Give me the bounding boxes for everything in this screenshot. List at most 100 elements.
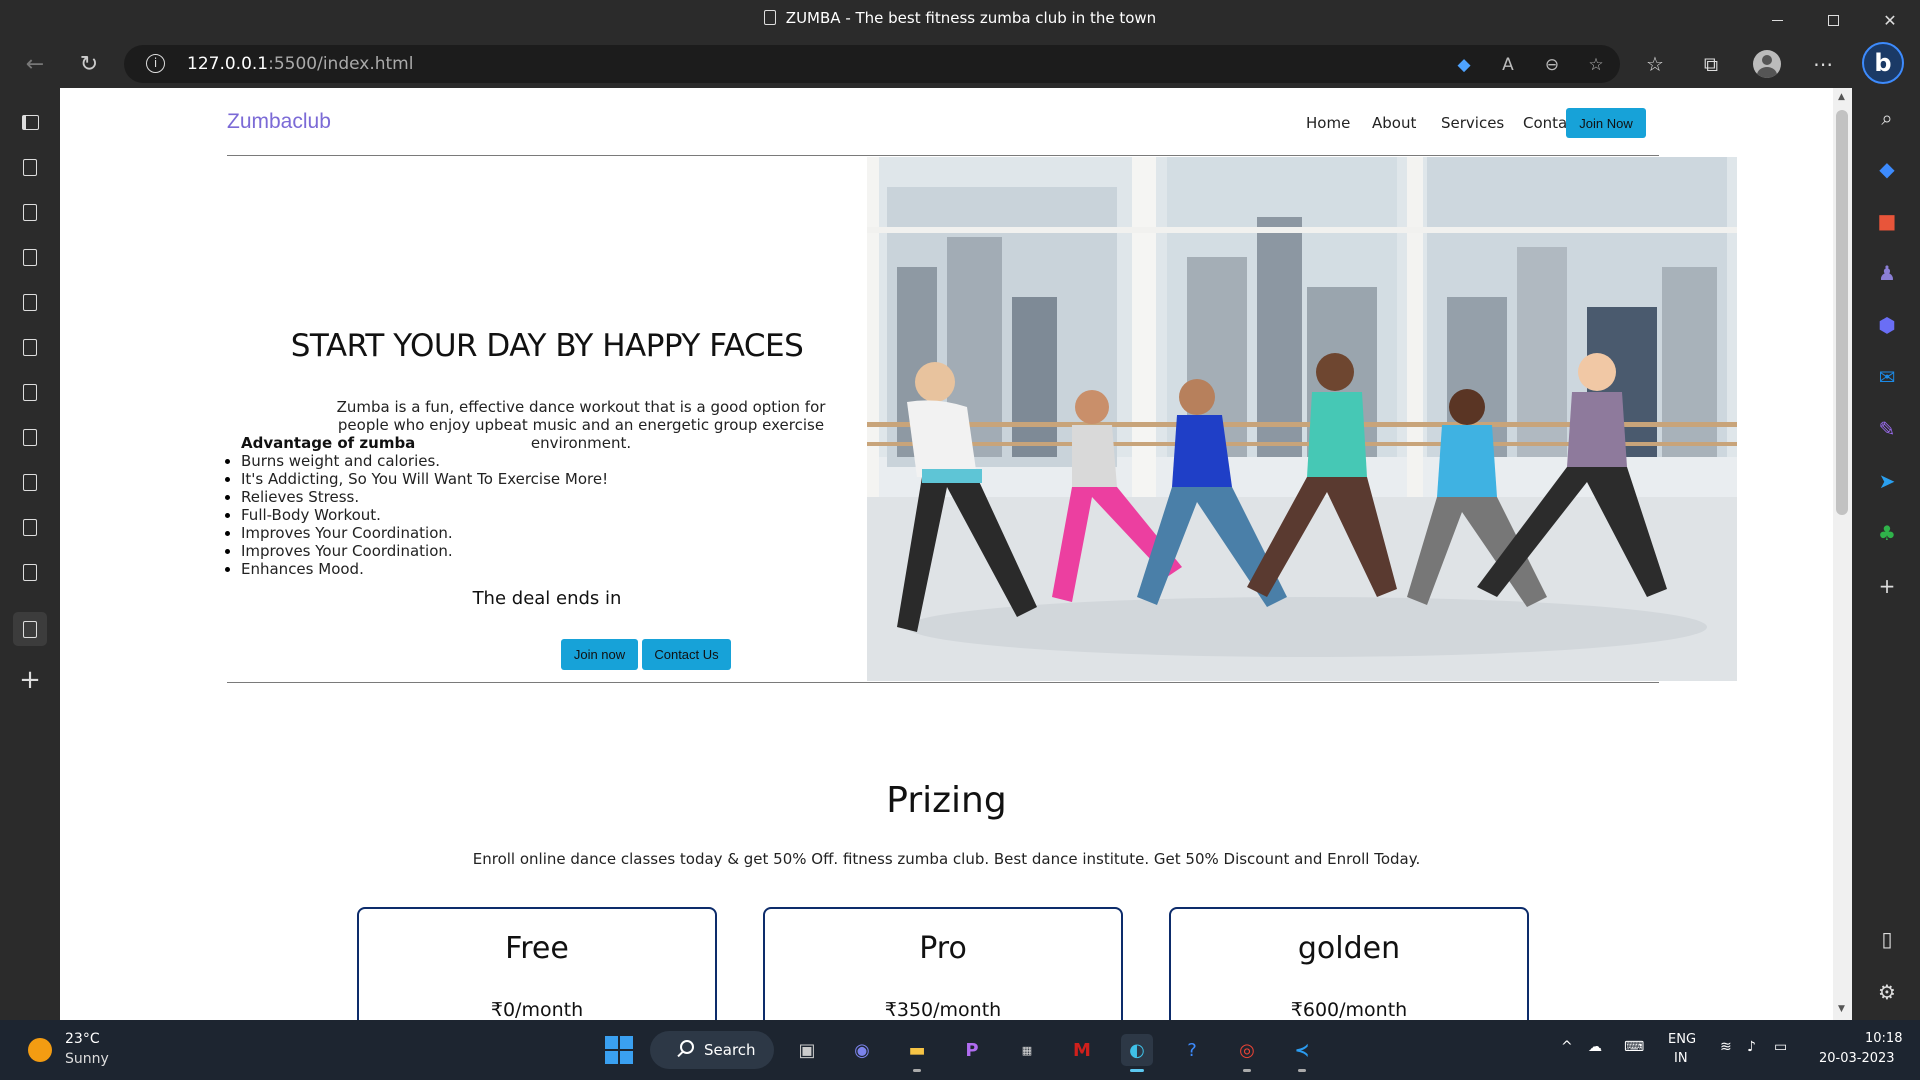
- page-icon: [23, 338, 37, 356]
- join-now-header-button[interactable]: Join Now: [1566, 108, 1646, 138]
- scrollbar-thumb[interactable]: [1836, 110, 1848, 515]
- address-bar[interactable]: i 127.0.0.1:5500/index.html ◆ A ⊖ ☆: [124, 45, 1620, 83]
- battery-icon[interactable]: ▭: [1774, 1039, 1787, 1055]
- tab-actions-icon: [21, 114, 39, 130]
- scroll-up-arrow-icon[interactable]: ▲: [1838, 92, 1845, 102]
- page-icon: [23, 473, 37, 491]
- language-indicator[interactable]: ENG: [1668, 1032, 1696, 1047]
- tab-item[interactable]: [13, 285, 47, 319]
- add-favorite-icon[interactable]: ☆: [1584, 53, 1608, 77]
- maximize-button[interactable]: [1805, 0, 1861, 40]
- weather-sun-icon[interactable]: [28, 1038, 52, 1062]
- close-button[interactable]: ✕: [1862, 0, 1918, 40]
- list-item: Burns weight and calories.: [241, 452, 608, 470]
- read-aloud-icon[interactable]: A: [1496, 53, 1520, 77]
- send-icon[interactable]: ➤: [1874, 468, 1900, 494]
- site-logo[interactable]: Zumbaclub: [227, 110, 331, 134]
- hide-sidebar-icon[interactable]: ▯: [1874, 926, 1900, 952]
- plan-name: Pro: [919, 931, 967, 966]
- chrome-icon[interactable]: ◎: [1231, 1034, 1263, 1072]
- search-icon[interactable]: ⌕: [1874, 105, 1900, 131]
- tab-item[interactable]: [13, 150, 47, 184]
- join-now-button[interactable]: Join now: [561, 639, 638, 670]
- avatar-icon: [1753, 50, 1781, 78]
- minimize-button[interactable]: [1749, 0, 1805, 40]
- advantage-list: Burns weight and calories. It's Addictin…: [241, 452, 608, 578]
- nav-about[interactable]: About: [1372, 114, 1416, 132]
- page-icon: [23, 158, 37, 176]
- collections-icon[interactable]: ⧉: [1697, 50, 1725, 78]
- edge-browser-icon[interactable]: ◐: [1121, 1034, 1153, 1072]
- weather-condition[interactable]: Sunny: [65, 1051, 109, 1067]
- tab-item[interactable]: [13, 195, 47, 229]
- page-scrollbar[interactable]: ▲ ▼: [1833, 88, 1852, 1020]
- tab-item[interactable]: [13, 375, 47, 409]
- reload-button[interactable]: ↻: [71, 46, 107, 82]
- list-item: Full-Body Workout.: [241, 506, 608, 524]
- running-indicator: [1243, 1069, 1251, 1072]
- tools-icon[interactable]: ■: [1874, 208, 1900, 234]
- coupon-tag-icon[interactable]: ◆: [1452, 53, 1476, 77]
- favorites-icon[interactable]: ☆: [1641, 50, 1669, 78]
- page-icon: [23, 620, 37, 638]
- file-explorer-icon[interactable]: ▬: [901, 1034, 933, 1072]
- site-info-icon[interactable]: i: [146, 54, 165, 73]
- tab-item-active[interactable]: [13, 612, 47, 646]
- tab-item[interactable]: [13, 330, 47, 364]
- clock-time[interactable]: 10:18: [1865, 1031, 1902, 1046]
- more-options-icon[interactable]: ⋯: [1809, 50, 1837, 78]
- plan-card-pro[interactable]: Pro ₹350/month: [763, 907, 1123, 1020]
- plan-card-golden[interactable]: golden ₹600/month: [1169, 907, 1529, 1020]
- language-region[interactable]: IN: [1674, 1051, 1688, 1066]
- tab-item[interactable]: [13, 420, 47, 454]
- onedrive-cloud-icon[interactable]: ☁: [1588, 1039, 1602, 1055]
- shopping-icon[interactable]: ◆: [1874, 156, 1900, 182]
- picsart-icon[interactable]: P: [956, 1034, 988, 1066]
- tab-item[interactable]: [13, 510, 47, 544]
- outlook-icon[interactable]: ✉: [1874, 364, 1900, 390]
- running-indicator: [913, 1069, 921, 1072]
- microsoft-365-icon[interactable]: ⬢: [1874, 312, 1900, 338]
- tab-item[interactable]: [13, 465, 47, 499]
- nav-home[interactable]: Home: [1306, 114, 1350, 132]
- start-button[interactable]: [603, 1034, 635, 1066]
- teams-chat-icon[interactable]: ◉: [846, 1034, 878, 1066]
- tree-icon[interactable]: ♣: [1874, 520, 1900, 546]
- tab-actions-button[interactable]: [13, 105, 47, 139]
- volume-icon[interactable]: ♪: [1747, 1039, 1756, 1055]
- games-icon[interactable]: ♟: [1874, 260, 1900, 286]
- tab-item[interactable]: [13, 240, 47, 274]
- page-icon: [763, 10, 776, 25]
- store-app-icon[interactable]: ▦: [1011, 1034, 1043, 1066]
- url-text[interactable]: 127.0.0.1:5500/index.html: [187, 54, 413, 74]
- show-hidden-icons-icon[interactable]: ^: [1561, 1039, 1573, 1055]
- scroll-down-arrow-icon[interactable]: ▼: [1838, 1004, 1845, 1014]
- search-label: Search: [704, 1041, 756, 1059]
- wifi-icon[interactable]: ≋: [1720, 1039, 1732, 1055]
- clock-date[interactable]: 20-03-2023: [1819, 1051, 1895, 1066]
- taskbar-search[interactable]: Search: [650, 1031, 774, 1069]
- profile-button[interactable]: [1753, 50, 1781, 78]
- add-sidebar-app-icon[interactable]: +: [1874, 573, 1900, 599]
- minimize-icon: [1771, 19, 1783, 21]
- weather-temperature[interactable]: 23°C: [65, 1031, 100, 1047]
- settings-gear-icon[interactable]: ⚙: [1874, 979, 1900, 1005]
- vscode-icon[interactable]: ≺: [1286, 1034, 1318, 1072]
- contact-us-button[interactable]: Contact Us: [642, 639, 731, 670]
- list-item: Improves Your Coordination.: [241, 542, 608, 560]
- zoom-icon[interactable]: ⊖: [1540, 53, 1564, 77]
- keyboard-icon[interactable]: ⌨: [1624, 1039, 1644, 1055]
- plan-card-free[interactable]: Free ₹0/month: [357, 907, 717, 1020]
- task-view-icon[interactable]: ▣: [791, 1034, 823, 1066]
- tab-title: ZUMBA - The best fitness zumba club in t…: [785, 9, 1157, 27]
- nav-services[interactable]: Services: [1441, 114, 1504, 132]
- designer-icon[interactable]: ✎: [1874, 416, 1900, 442]
- mcafee-icon[interactable]: M: [1066, 1034, 1098, 1066]
- help-icon[interactable]: ?: [1176, 1034, 1208, 1066]
- back-button[interactable]: ←: [17, 46, 53, 82]
- url-path: :5500/index.html: [268, 54, 414, 74]
- bing-chat-icon[interactable]: b: [1862, 42, 1904, 84]
- tab-item[interactable]: [13, 555, 47, 589]
- list-item: It's Addicting, So You Will Want To Exer…: [241, 470, 608, 488]
- new-tab-button[interactable]: +: [13, 663, 47, 697]
